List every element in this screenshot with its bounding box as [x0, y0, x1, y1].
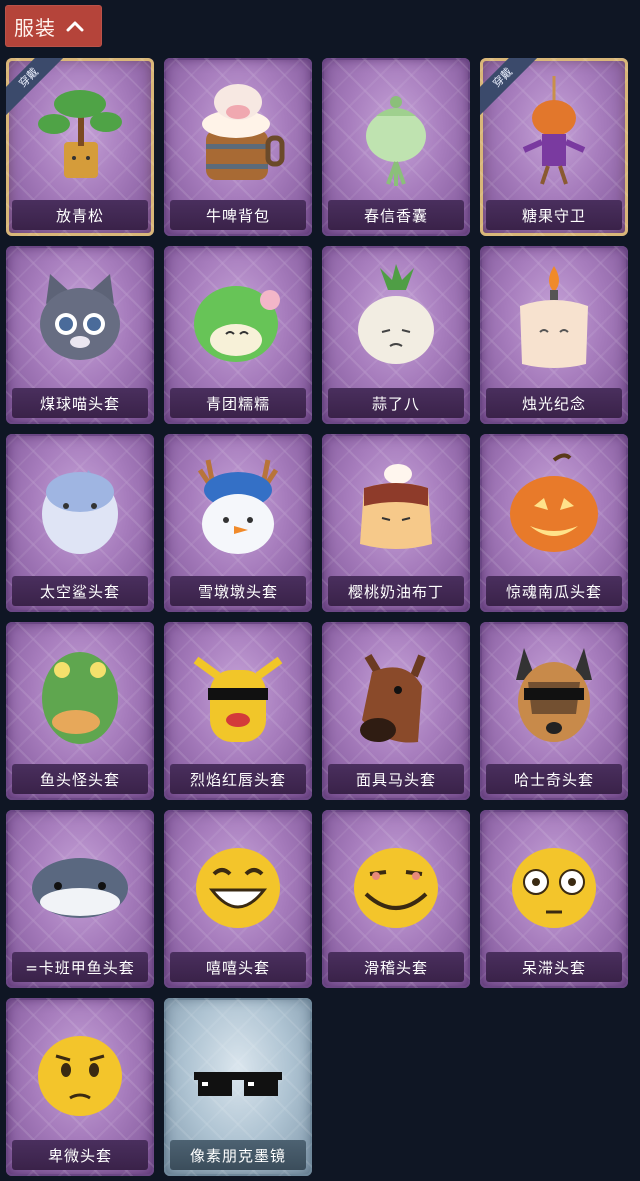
costume-name: 放青松 — [12, 200, 148, 230]
costume-name: 滑稽头套 — [328, 952, 464, 982]
equipped-badge: 穿戴 — [480, 58, 538, 116]
costume-card[interactable]: 鱼头怪头套 — [6, 622, 154, 800]
smirk-emoji-icon — [336, 824, 456, 942]
green-dumpling-icon — [178, 260, 298, 378]
garlic-head-icon — [336, 260, 456, 378]
yellow-mask-sunglasses-icon — [178, 636, 298, 754]
costume-card[interactable]: 穿戴糖果守卫 — [480, 58, 628, 236]
cow-beer-barrel-icon — [178, 72, 298, 190]
costume-card[interactable]: 呆滞头套 — [480, 810, 628, 988]
costume-grid: 穿戴 放青松 牛啤背包 春信香囊 穿戴 糖果守卫 煤球喵头套 青团糯糯 蒜了八 烛光纪念 太空鲨头套… — [6, 58, 628, 1176]
costume-name: 蒜了八 — [328, 388, 464, 418]
gray-cat-head-icon — [20, 260, 140, 378]
costume-name: =卡班甲鱼头套 — [12, 952, 148, 982]
costume-card[interactable]: 樱桃奶油布丁 — [322, 434, 470, 612]
equipped-badge: 穿戴 — [6, 58, 64, 116]
whale-head-icon — [20, 824, 140, 942]
costume-card[interactable]: =卡班甲鱼头套 — [6, 810, 154, 988]
pudding-head-icon — [336, 448, 456, 566]
costume-name: 面具马头套 — [328, 764, 464, 794]
costume-card[interactable]: 春信香囊 — [322, 58, 470, 236]
costume-name: 烛光纪念 — [486, 388, 622, 418]
costume-card[interactable]: 烛光纪念 — [480, 246, 628, 424]
costume-name: 樱桃奶油布丁 — [328, 576, 464, 606]
equipped-badge-label: 穿戴 — [6, 58, 64, 116]
costume-card[interactable]: 穿戴放青松 — [6, 58, 154, 236]
dazed-emoji-icon — [494, 824, 614, 942]
candle-head-icon — [494, 260, 614, 378]
costume-card[interactable]: 滑稽头套 — [322, 810, 470, 988]
chevron-up-icon — [66, 21, 84, 32]
costume-name: 鱼头怪头套 — [12, 764, 148, 794]
pixel-sunglasses-icon — [178, 1012, 298, 1130]
shark-head-icon — [20, 448, 140, 566]
costume-card[interactable]: 太空鲨头套 — [6, 434, 154, 612]
costume-card[interactable]: 煤球喵头套 — [6, 246, 154, 424]
costume-card[interactable]: 青团糯糯 — [164, 246, 312, 424]
costume-card[interactable]: 哈士奇头套 — [480, 622, 628, 800]
jack-o-lantern-icon — [494, 448, 614, 566]
costume-name: 烈焰红唇头套 — [170, 764, 306, 794]
costume-name: 呆滞头套 — [486, 952, 622, 982]
scent-pouch-icon — [336, 72, 456, 190]
grin-emoji-icon — [178, 824, 298, 942]
costume-name: 青团糯糯 — [170, 388, 306, 418]
snowman-head-icon — [178, 448, 298, 566]
costume-name: 卑微头套 — [12, 1140, 148, 1170]
costume-card[interactable]: 蒜了八 — [322, 246, 470, 424]
costume-name: 雪墩墩头套 — [170, 576, 306, 606]
costume-card[interactable]: 牛啤背包 — [164, 58, 312, 236]
costume-name: 煤球喵头套 — [12, 388, 148, 418]
costume-name: 春信香囊 — [328, 200, 464, 230]
costume-card[interactable]: 惊魂南瓜头套 — [480, 434, 628, 612]
husky-sunglasses-icon — [494, 636, 614, 754]
costume-name: 嘻嘻头套 — [170, 952, 306, 982]
costume-name: 哈士奇头套 — [486, 764, 622, 794]
pleading-emoji-icon — [20, 1012, 140, 1130]
costume-name: 太空鲨头套 — [12, 576, 148, 606]
fish-head-icon — [20, 636, 140, 754]
costume-name: 像素朋克墨镜 — [170, 1140, 306, 1170]
costume-name: 牛啤背包 — [170, 200, 306, 230]
costume-card[interactable]: 嘻嘻头套 — [164, 810, 312, 988]
equipped-badge-label: 穿戴 — [480, 58, 538, 116]
costume-category-toggle[interactable]: 服装 — [5, 5, 102, 47]
costume-name: 惊魂南瓜头套 — [486, 576, 622, 606]
horse-mask-icon — [336, 636, 456, 754]
costume-card[interactable]: 雪墩墩头套 — [164, 434, 312, 612]
costume-card[interactable]: 烈焰红唇头套 — [164, 622, 312, 800]
costume-card[interactable]: 卑微头套 — [6, 998, 154, 1176]
category-title: 服装 — [14, 15, 56, 40]
costume-card[interactable]: 面具马头套 — [322, 622, 470, 800]
costume-name: 糖果守卫 — [486, 200, 622, 230]
costume-card[interactable]: 像素朋克墨镜 — [164, 998, 312, 1176]
